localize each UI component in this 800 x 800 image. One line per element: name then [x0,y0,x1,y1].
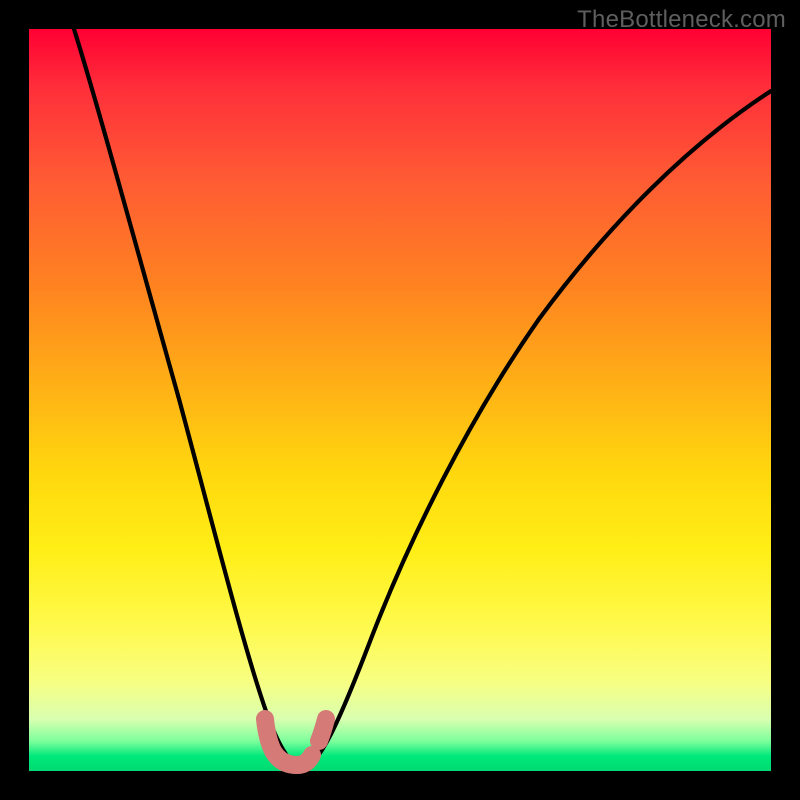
chart-frame: { "watermark": "TheBottleneck.com", "col… [0,0,800,800]
curve-svg [29,29,771,771]
bottleneck-curve [74,29,771,765]
plot-area [29,29,771,771]
optimal-range-marker [265,719,326,765]
